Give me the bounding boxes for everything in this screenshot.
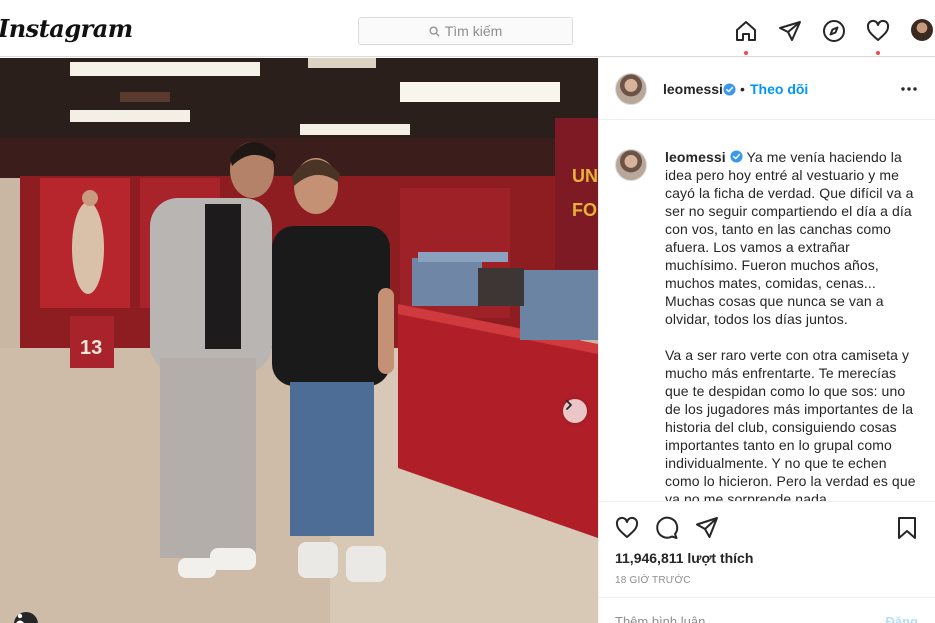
save-bookmark-icon[interactable] [894,515,920,541]
post-header: leomessi • Theo dõi [599,58,935,120]
activity-heart-icon[interactable] [866,19,890,55]
home-notification-dot [744,51,748,55]
caption-paragraph-1: Ya me venía haciendo la idea pero hoy en… [665,149,914,327]
next-photo-button[interactable] [563,399,587,423]
post-photo[interactable]: UNI FOR 13 [0,58,598,623]
post-details-panel: leomessi • Theo dõi leomessi Ya me venía… [598,58,935,623]
search-placeholder: Tìm kiếm [444,23,503,39]
author-username[interactable]: leomessi [663,81,723,97]
post-caption: leomessi Ya me venía haciendo la idea pe… [665,148,920,501]
activity-notification-dot [876,51,880,55]
more-options-icon[interactable] [899,79,919,99]
caption-verified-badge-icon [730,150,743,163]
caption-author-avatar[interactable] [615,149,647,181]
wall-text-1: UNI [572,166,598,186]
explore-icon[interactable] [822,19,846,43]
caption-scroll-area[interactable]: leomessi Ya me venía haciendo la idea pe… [599,121,935,501]
like-icon[interactable] [614,515,640,541]
locker-room-photo: UNI FOR 13 [0,58,598,623]
chevron-right-icon [566,400,572,410]
caption-paragraph-2: Va a ser raro verte con otra camiseta y … [665,347,916,501]
comment-input[interactable]: Thêm bình luận... [615,614,716,623]
person-tag-icon [16,613,24,623]
share-icon[interactable] [694,515,720,541]
direct-icon[interactable] [778,19,802,43]
jersey-number: 13 [80,337,102,359]
search-icon [429,25,440,37]
author-avatar[interactable] [615,73,647,105]
comment-icon[interactable] [654,515,680,541]
post-actions: 11,946,811 lượt thích 18 GIỜ TRƯỚC Thêm … [599,501,935,623]
header-separator: • [740,81,745,97]
follow-button[interactable]: Theo dõi [750,81,808,97]
verified-badge-icon [723,83,736,96]
post-timestamp[interactable]: 18 GIỜ TRƯỚC [615,575,691,586]
instagram-logo[interactable]: Instagram [0,14,133,43]
home-icon[interactable] [734,19,758,55]
caption-username[interactable]: leomessi [665,149,726,165]
profile-avatar[interactable] [911,19,933,41]
wall-text-2: FOR [572,200,598,220]
post-comment-button[interactable]: Đăng [886,614,919,623]
search-input[interactable]: Tìm kiếm [358,17,573,45]
likes-count[interactable]: 11,946,811 lượt thích [615,550,753,566]
top-navigation-bar: Instagram Tìm kiếm [0,0,935,57]
add-comment-row: Thêm bình luận... Đăng [599,597,935,623]
